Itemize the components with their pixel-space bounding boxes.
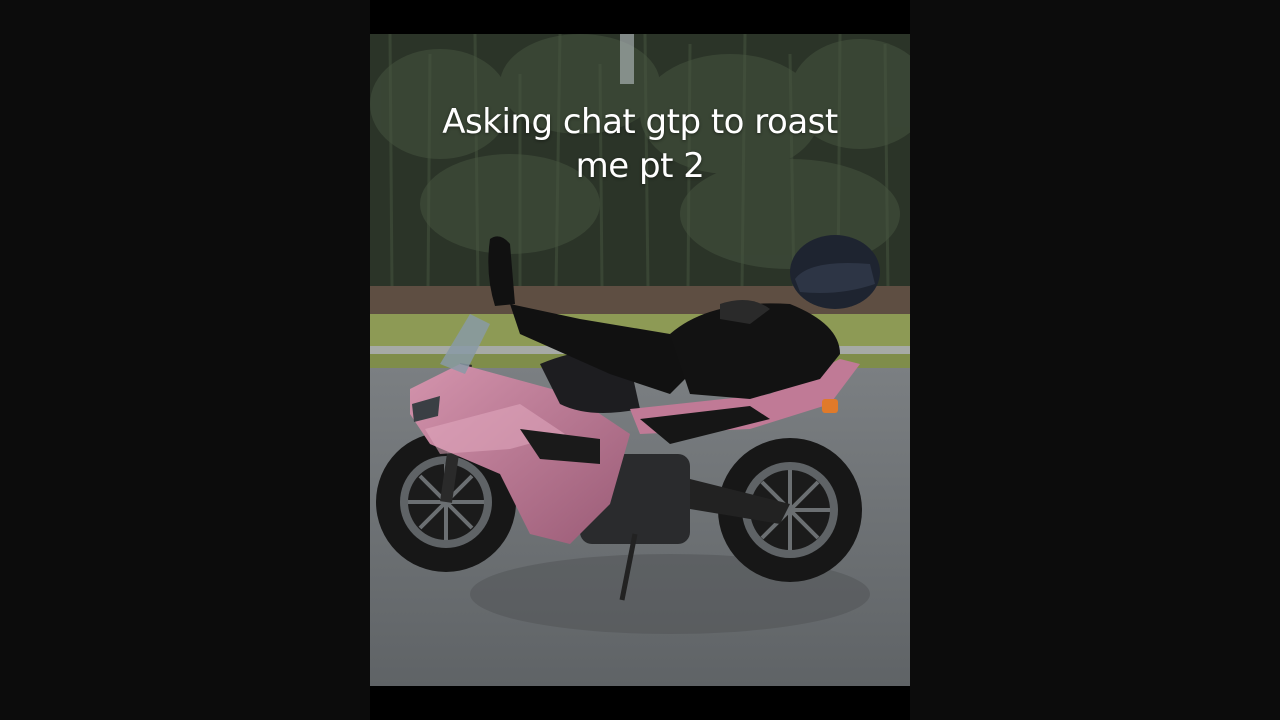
page-background: Asking chat gtp to roast me pt 2 (0, 0, 1280, 720)
video-frame-image (370, 34, 910, 686)
motorcycle-scene (370, 34, 910, 686)
video-player[interactable] (370, 0, 910, 720)
